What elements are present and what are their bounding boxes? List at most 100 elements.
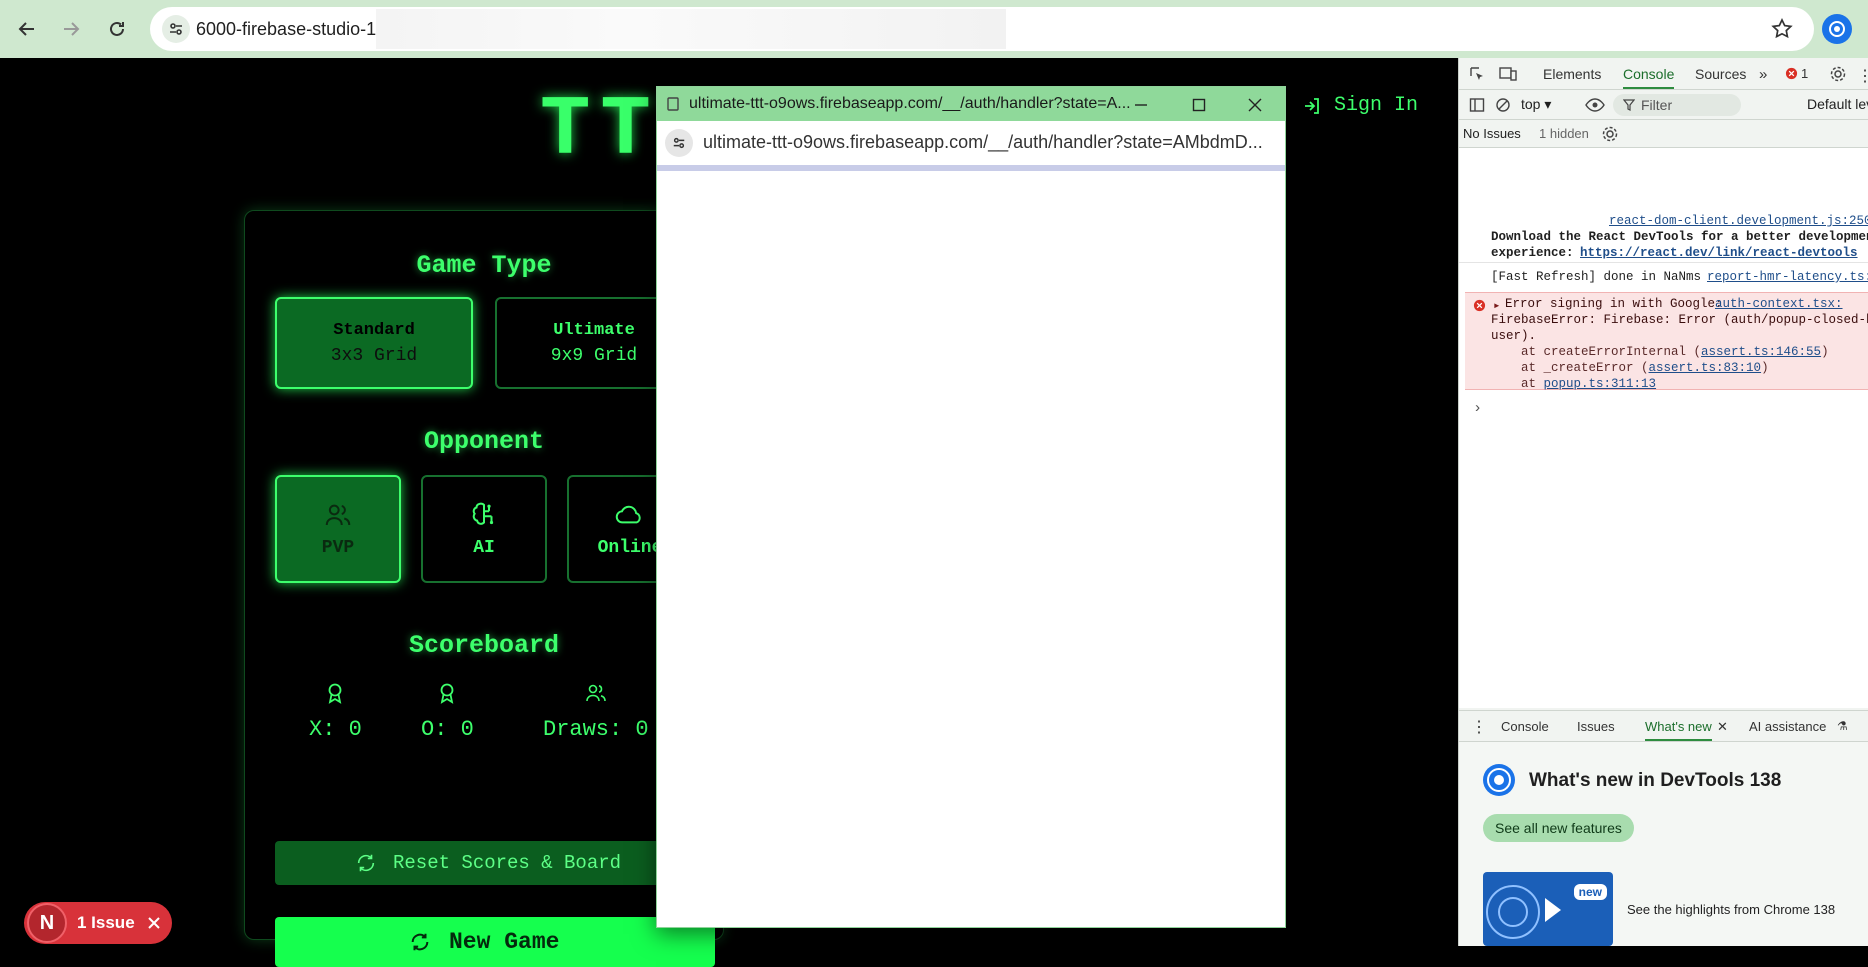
drawer-tab-bar: ⋮ Console Issues What's new ✕ AI assista…: [1459, 710, 1868, 742]
game-type-title: Standard: [333, 320, 415, 340]
issues-badge[interactable]: N 1 Issue: [24, 902, 172, 944]
highlight-text[interactable]: See the highlights from Chrome 138: [1627, 902, 1835, 917]
error-count[interactable]: 1: [1801, 66, 1808, 81]
users-icon: [325, 504, 351, 526]
game-type-subtitle: 9x9 Grid: [550, 345, 638, 366]
sidebar-icon[interactable]: [1469, 97, 1485, 113]
score-x: X: 0: [309, 681, 362, 742]
settings-icon[interactable]: [1829, 65, 1847, 83]
opponent-label: PVP: [321, 538, 355, 558]
stack-frame: at createErrorInternal (assert.ts:146:55…: [1521, 345, 1829, 359]
console-message: Download the React DevTools for a better…: [1491, 230, 1868, 244]
address-bar[interactable]: 6000-firebase-studio-17: [150, 7, 1814, 51]
close-icon[interactable]: ✕: [1717, 719, 1728, 735]
sign-in-button[interactable]: Sign In: [1302, 94, 1418, 117]
filter-input[interactable]: Filter: [1613, 94, 1741, 116]
game-type-title: Ultimate: [553, 320, 635, 340]
popup-title: ultimate-ttt-o9ows.firebaseapp.com/__/au…: [689, 95, 1131, 112]
bookmark-button[interactable]: [1770, 17, 1794, 41]
forward-button[interactable]: [56, 14, 86, 44]
reload-button[interactable]: [102, 14, 132, 44]
error-message: user).: [1491, 329, 1537, 343]
clear-console-icon[interactable]: [1495, 97, 1511, 113]
game-type-subtitle: 3x3 Grid: [330, 345, 418, 366]
no-issues-label[interactable]: No Issues: [1463, 126, 1521, 141]
console-url-link[interactable]: https://react.dev/link/react-devtools: [1580, 246, 1858, 260]
game-type-standard[interactable]: Standard 3x3 Grid: [275, 297, 473, 389]
users-icon: [586, 684, 606, 702]
drawer-tab-console[interactable]: Console: [1501, 719, 1549, 734]
drawer-tab-ai-assistance[interactable]: AI assistance: [1749, 719, 1826, 734]
console-prompt[interactable]: ›: [1473, 400, 1482, 417]
chrome-icon: [1829, 21, 1845, 37]
tab-console[interactable]: Console: [1623, 66, 1675, 89]
devtools-tab-bar: Elements Console Sources » 1 ⋮: [1459, 58, 1868, 90]
score-draws: Draws: 0: [543, 681, 649, 742]
minimize-icon[interactable]: [1133, 97, 1149, 113]
drawer-tab-whats-new[interactable]: What's new: [1645, 719, 1712, 741]
back-button[interactable]: [12, 14, 42, 44]
whats-new-panel: What's new in DevTools 138 See all new f…: [1459, 742, 1868, 946]
new-game-button[interactable]: New Game: [275, 917, 715, 967]
new-game-label: New Game: [449, 929, 560, 955]
award-icon: [329, 683, 342, 704]
url-text: 6000-firebase-studio-17: [196, 19, 387, 39]
close-icon[interactable]: [1247, 97, 1263, 113]
console-output: react-dom-client.development.js:250 Down…: [1459, 148, 1868, 708]
tab-elements[interactable]: Elements: [1543, 66, 1601, 82]
see-all-features-button[interactable]: See all new features: [1483, 814, 1634, 842]
stack-link[interactable]: popup.ts:311:13: [1544, 377, 1657, 391]
drawer-tab-issues[interactable]: Issues: [1577, 719, 1615, 734]
close-icon[interactable]: [147, 916, 161, 930]
issues-label: 1 Issue: [77, 913, 135, 932]
popup-site-info[interactable]: [665, 129, 693, 157]
console-source-link[interactable]: react-dom-client.development.js:250: [1609, 214, 1868, 228]
scoreboard: X: 0 O: 0 Draws: 0: [275, 681, 715, 761]
page-icon: [667, 97, 679, 111]
arrow-left-icon: [18, 22, 34, 36]
error-source-link[interactable]: auth-context.tsx:: [1715, 297, 1843, 311]
whats-new-title: What's new in DevTools 138: [1529, 770, 1782, 791]
popup-loading-bar: [657, 165, 1285, 171]
console-source-link[interactable]: report-hmr-latency.ts:: [1707, 270, 1868, 284]
stack-frame: at _createError (assert.ts:83:10): [1521, 361, 1769, 375]
stack-text: ): [1761, 361, 1769, 375]
reset-scores-button[interactable]: Reset Scores & Board: [275, 841, 715, 885]
refresh-icon: [411, 933, 429, 951]
opponent-pvp[interactable]: PVP: [275, 475, 401, 583]
hidden-count[interactable]: 1 hidden: [1539, 126, 1589, 141]
settings-icon[interactable]: [1601, 125, 1619, 143]
more-tabs-icon[interactable]: »: [1759, 66, 1767, 83]
context-selector[interactable]: top ▾: [1521, 96, 1551, 113]
stack-link[interactable]: assert.ts:146:55: [1701, 345, 1821, 359]
tune-icon: [170, 23, 182, 35]
stack-link[interactable]: assert.ts:83:10: [1649, 361, 1762, 375]
log-levels-dropdown[interactable]: Default lev: [1807, 96, 1868, 112]
device-toolbar-icon[interactable]: [1499, 66, 1517, 82]
maximize-icon[interactable]: [1191, 97, 1207, 113]
flask-icon: ⚗: [1837, 719, 1848, 733]
opponent-ai[interactable]: AI: [421, 475, 547, 583]
eye-icon[interactable]: [1585, 97, 1605, 113]
inspect-icon[interactable]: [1469, 66, 1485, 82]
sign-in-label: Sign In: [1334, 94, 1419, 117]
more-options-icon[interactable]: ⋮: [1857, 66, 1868, 86]
highlight-thumbnail[interactable]: new: [1483, 872, 1613, 946]
popup-address-bar[interactable]: ultimate-ttt-o9ows.firebaseapp.com/__/au…: [657, 121, 1285, 165]
award-icon: [441, 683, 454, 704]
site-info-button[interactable]: [162, 15, 190, 43]
score-o: O: 0: [421, 681, 474, 742]
profile-avatar[interactable]: [1822, 14, 1852, 44]
stack-text: at: [1521, 377, 1544, 391]
error-message: FirebaseError: Firebase: Error (auth/pop…: [1491, 313, 1868, 327]
stack-text: at createErrorInternal (: [1521, 345, 1702, 359]
log-in-icon: [1305, 97, 1319, 114]
expand-triangle-icon[interactable]: ▸: [1493, 297, 1501, 313]
star-icon: [1771, 18, 1793, 39]
error-title: Error signing in with Google:: [1505, 297, 1723, 311]
score-label: Draws: 0: [543, 717, 649, 742]
tab-sources[interactable]: Sources: [1695, 66, 1746, 82]
console-toolbar: top ▾ Filter Default lev: [1459, 90, 1868, 120]
refresh-icon: [357, 854, 375, 872]
drawer-menu-icon[interactable]: ⋮: [1471, 717, 1487, 737]
